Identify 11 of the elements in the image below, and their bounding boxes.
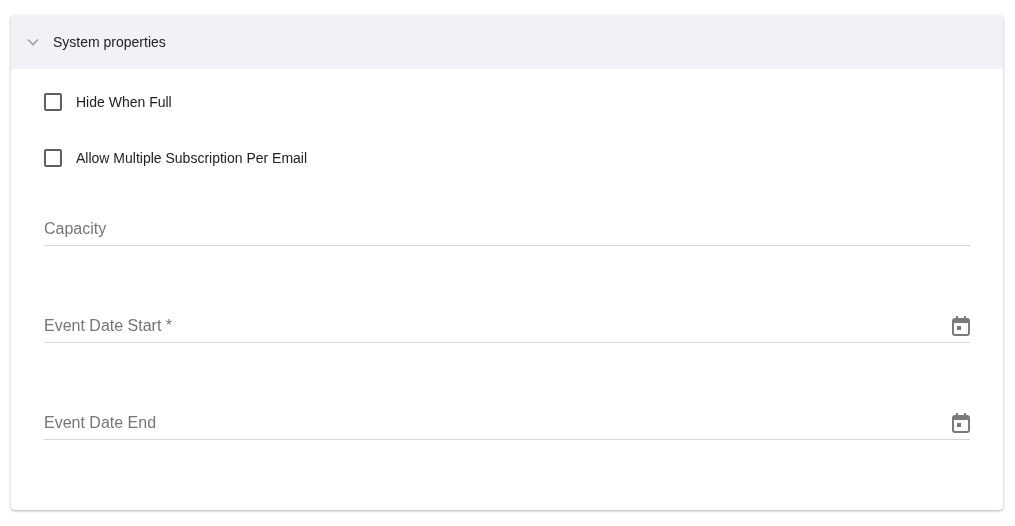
- text-field[interactable]: Capacity: [44, 219, 970, 238]
- date-field[interactable]: Event Date End: [44, 413, 952, 432]
- checkbox-label: Allow Multiple Subscription Per Email: [76, 150, 308, 166]
- date-field[interactable]: Event Date Start *: [44, 316, 952, 335]
- calendar-icon[interactable]: [952, 315, 970, 336]
- panel-header[interactable]: System properties: [11, 15, 1003, 69]
- checkbox[interactable]: [44, 149, 62, 167]
- panel-title: System properties: [53, 34, 166, 50]
- checkbox-label: Hide When Full: [76, 94, 172, 110]
- checkbox[interactable]: [44, 93, 62, 111]
- calendar-icon[interactable]: [952, 412, 970, 433]
